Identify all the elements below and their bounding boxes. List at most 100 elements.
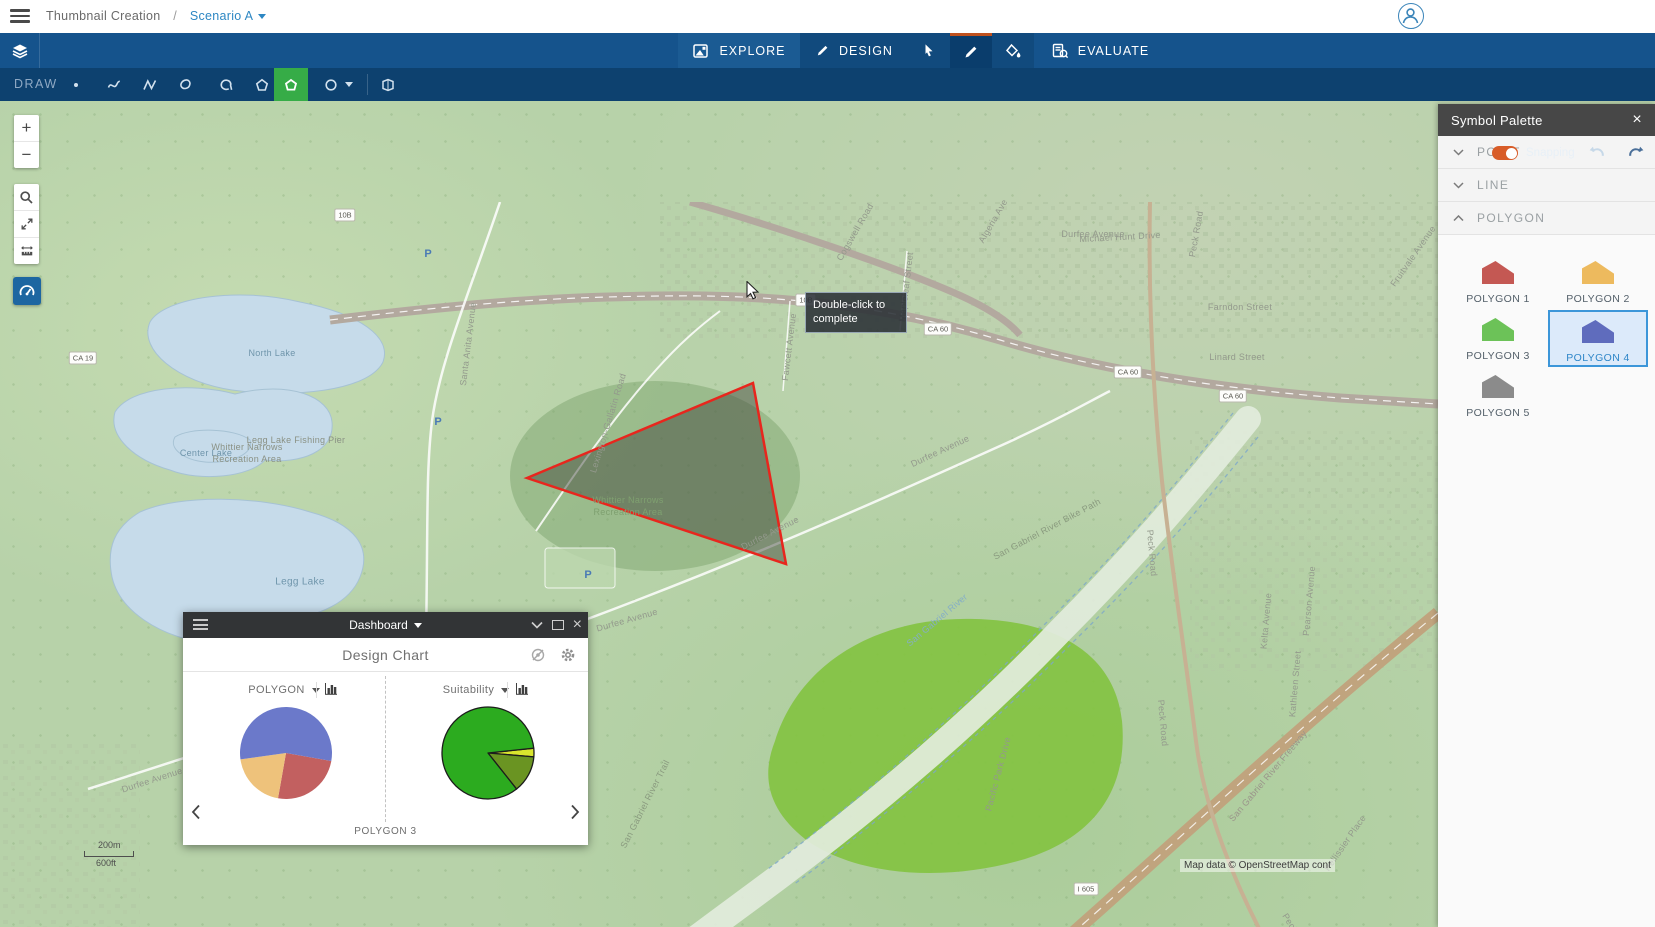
- tab-design-label: DESIGN: [839, 44, 893, 58]
- chevron-down-icon[interactable]: [258, 14, 266, 19]
- carousel-next-button[interactable]: [570, 804, 580, 820]
- pie-chart-suitability[interactable]: [433, 698, 543, 808]
- chart-carousel: POLYGON Suitability: [183, 672, 588, 826]
- pie-chart-polygon[interactable]: [231, 698, 341, 808]
- layers-panel-button[interactable]: [0, 33, 40, 68]
- lakes: [110, 295, 384, 643]
- dashboard-subtitle: Design Chart: [183, 638, 588, 671]
- chevron-down-icon: [1453, 182, 1464, 189]
- circle-tool[interactable]: [316, 68, 360, 101]
- snapping-toggle[interactable]: [1492, 146, 1518, 160]
- gauge-icon: [18, 283, 36, 299]
- draw-toolbar-label: DRAW: [14, 77, 58, 91]
- urban-area: [0, 741, 140, 927]
- snapping-label: Snapping: [1526, 147, 1575, 159]
- carousel-prev-button[interactable]: [191, 804, 201, 820]
- edit-symbology-tool[interactable]: [371, 68, 405, 101]
- panel-divider: [385, 676, 386, 822]
- chevron-down-icon[interactable]: [414, 623, 422, 628]
- chart-footer-label: POLYGON 3: [183, 826, 588, 845]
- explore-icon: [692, 43, 710, 59]
- swatch-polygon-3[interactable]: POLYGON 3: [1448, 310, 1548, 367]
- dashboard-titlebar[interactable]: Dashboard ×: [183, 612, 588, 638]
- select-tool-button[interactable]: [908, 33, 950, 68]
- urban-area: [660, 202, 1438, 342]
- mouse-cursor-icon: [746, 281, 763, 300]
- collapse-icon[interactable]: [531, 621, 543, 629]
- tab-design[interactable]: DESIGN: [800, 33, 908, 68]
- full-extent-icon[interactable]: [14, 211, 39, 238]
- swatch-polygon-5[interactable]: POLYGON 5: [1448, 367, 1548, 424]
- selector-value[interactable]: POLYGON: [248, 684, 304, 696]
- map-tools: [14, 184, 39, 264]
- swatch-polygon-4-selected[interactable]: POLYGON 4: [1548, 310, 1648, 367]
- section-line[interactable]: LINE: [1438, 169, 1655, 202]
- tab-explore-label: EXPLORE: [719, 44, 785, 58]
- dashboard-window: Dashboard × Design Chart POLYGON: [183, 612, 588, 845]
- close-icon[interactable]: ×: [573, 617, 582, 633]
- measure-icon[interactable]: [14, 238, 39, 264]
- polyline-tool[interactable]: [133, 68, 167, 101]
- breadcrumb-separator: /: [173, 9, 177, 23]
- symbol-palette-title: Symbol Palette: [1451, 113, 1543, 128]
- tab-evaluate-label: EVALUATE: [1078, 44, 1149, 58]
- menu-icon[interactable]: [10, 9, 30, 24]
- scale-bar: 200m 600ft: [84, 840, 134, 868]
- polygon-tool-active[interactable]: [274, 68, 308, 101]
- tooltip-line1: Double-click to: [813, 298, 899, 312]
- gear-icon[interactable]: [560, 647, 576, 663]
- style-tool-button[interactable]: [992, 33, 1034, 68]
- app-header: Thumbnail Creation / Scenario A: [0, 0, 1655, 33]
- breadcrumb-scenario[interactable]: Scenario A: [190, 9, 253, 23]
- swatch-label: POLYGON 2: [1548, 293, 1648, 305]
- tab-evaluate[interactable]: EVALUATE: [1034, 33, 1166, 68]
- draw-tooltip: Double-click to complete: [805, 292, 907, 333]
- selector-value[interactable]: Suitability: [443, 684, 494, 696]
- swatch-polygon-1[interactable]: POLYGON 1: [1448, 253, 1548, 310]
- chart-type-icon[interactable]: [324, 682, 338, 696]
- pie-slice[interactable]: [278, 753, 331, 799]
- swatch-polygon-2[interactable]: POLYGON 2: [1548, 253, 1648, 310]
- swatch-label: POLYGON 1: [1448, 293, 1548, 305]
- section-line-label: LINE: [1477, 178, 1509, 192]
- point-tool[interactable]: [59, 68, 93, 101]
- breadcrumb-project[interactable]: Thumbnail Creation: [46, 9, 160, 23]
- swatch-label: POLYGON 3: [1448, 350, 1548, 362]
- redo-button[interactable]: [1626, 145, 1646, 161]
- scale-imperial: 600ft: [96, 858, 134, 868]
- swatch-label: POLYGON 4: [1550, 352, 1646, 364]
- pie-slice[interactable]: [240, 753, 286, 798]
- pie-slice[interactable]: [240, 707, 332, 761]
- chevron-down-icon[interactable]: [501, 688, 509, 693]
- undo-button[interactable]: [1588, 145, 1608, 161]
- breadcrumb: Thumbnail Creation / Scenario A: [46, 9, 266, 23]
- chart-type-icon[interactable]: [515, 682, 529, 696]
- draw-tool-button[interactable]: [950, 33, 992, 68]
- polygon-swatch-glyph: [1482, 261, 1514, 284]
- section-polygon[interactable]: POLYGON: [1438, 202, 1655, 235]
- visibility-off-icon[interactable]: [530, 647, 546, 663]
- polygon-swatch-glyph: [1582, 320, 1614, 343]
- freehand-polygon-tool[interactable]: [168, 68, 202, 101]
- report-icon: [1051, 43, 1069, 59]
- map-attribution: Map data © OpenStreetMap cont: [1180, 859, 1335, 872]
- close-icon[interactable]: ×: [1632, 111, 1642, 129]
- zoom-controls: + −: [14, 115, 39, 168]
- tab-explore[interactable]: EXPLORE: [678, 33, 800, 68]
- chevron-down-icon: [345, 82, 353, 87]
- zoom-in-button[interactable]: +: [14, 115, 39, 142]
- freehand-line-tool[interactable]: [97, 68, 131, 101]
- search-icon[interactable]: [14, 184, 39, 211]
- user-avatar[interactable]: [1398, 3, 1424, 29]
- mode-toolbar: EXPLORE DESIGN EVALUATE: [0, 33, 1655, 68]
- polygon-swatch-glyph: [1482, 318, 1514, 341]
- zoom-out-button[interactable]: −: [14, 142, 39, 168]
- toolbar-divider: [367, 74, 368, 95]
- dashboard-toggle-button[interactable]: [13, 277, 41, 305]
- draw-toolbar: DRAW Snapping: [0, 68, 1655, 101]
- polygon-swatch-glyph: [1582, 261, 1614, 284]
- autocomplete-freehand-tool[interactable]: [209, 68, 243, 101]
- swatch-label: POLYGON 5: [1448, 407, 1548, 419]
- symbol-palette-panel: Symbol Palette × POINT LINE POLYGON POLY…: [1438, 104, 1655, 927]
- maximize-icon[interactable]: [552, 620, 564, 630]
